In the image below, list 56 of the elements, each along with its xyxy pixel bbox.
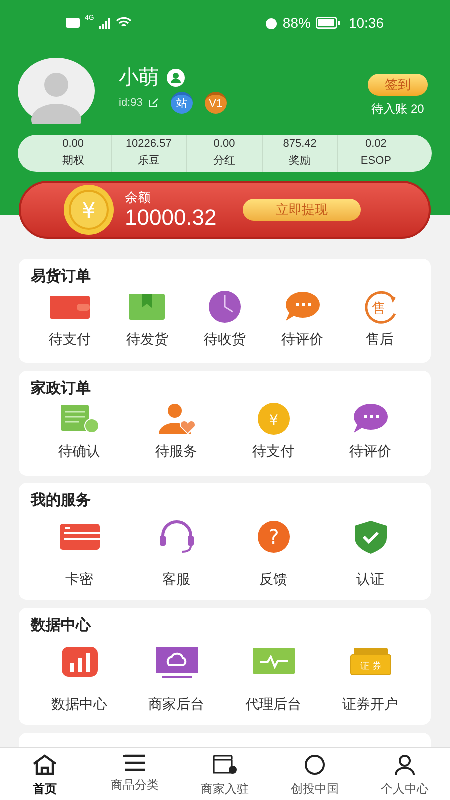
stat-value: 875.42 (283, 137, 317, 152)
stat-label: 乐豆 (138, 154, 160, 169)
menu-item[interactable]: 待确认 (31, 402, 128, 460)
stat-label: ESOP (360, 154, 392, 169)
signal-icon (99, 18, 112, 28)
menu-item[interactable]: 待发货 (108, 290, 186, 348)
wifi-icon (116, 17, 132, 29)
menu-item[interactable]: 客服 (128, 520, 225, 588)
nav-tab[interactable]: 个人中心 (360, 748, 450, 800)
person-icon (393, 754, 417, 776)
pending-amount: 待入账 20 (372, 101, 424, 118)
stat-value: 0.02 (365, 137, 387, 152)
nav-tab[interactable]: 创投中国 (270, 748, 360, 800)
medal-badge: V1 (204, 92, 227, 114)
menu-item[interactable]: 代理后台 (225, 645, 322, 713)
battery-icon (316, 17, 340, 29)
balance-label: 余额 (125, 190, 152, 206)
menu-item[interactable]: 卡密 (31, 520, 128, 588)
battery-percent: 88% (282, 14, 311, 32)
stat-value: 0.00 (214, 137, 236, 152)
balance-amount: 10000.32 (125, 206, 217, 230)
user-id: id:93 (119, 96, 143, 111)
menu-item[interactable]: 数据中心 (31, 645, 128, 713)
menu-item[interactable]: 证 券 证券开户 (322, 645, 419, 713)
home-icon (32, 754, 58, 776)
nav-tab[interactable]: 商家入驻 (180, 748, 270, 800)
cloud-monitor-icon (156, 645, 198, 679)
storefront-icon (212, 754, 238, 776)
edit-icon (148, 98, 159, 108)
stat-label: 期权 (62, 154, 84, 169)
menu-item[interactable]: 待服务 (128, 402, 225, 460)
menu-item[interactable]: 商家后台 (128, 645, 225, 713)
nav-tab[interactable]: 商品分类 (90, 748, 180, 800)
coin-icon: ¥ (63, 185, 115, 235)
stat-label: 奖励 (289, 154, 312, 169)
section-title: 我的服务 (31, 491, 92, 511)
section-title: 数据中心 (31, 616, 92, 636)
stat-value: 0.00 (62, 137, 84, 152)
clock-time: 10:36 (348, 14, 384, 32)
stat-value: 10226.57 (126, 137, 172, 152)
user-name: 小萌 (119, 66, 159, 90)
menu-item[interactable]: 认证 (322, 520, 419, 588)
menu-item[interactable]: 待评价 (322, 402, 419, 460)
menu-item[interactable]: ? 反馈 (225, 520, 322, 588)
section-title: 家政订单 (31, 379, 92, 399)
menu-item[interactable]: 待评价 (264, 290, 342, 348)
menu-item[interactable]: 待支付 (31, 290, 109, 348)
section-title: 易货订单 (31, 267, 92, 287)
nav-tab[interactable]: 首页 (0, 748, 90, 800)
menu-item[interactable]: 待收货 (186, 290, 264, 348)
menu-icon (123, 754, 147, 772)
menu-item[interactable]: ¥ 待支付 (225, 402, 322, 460)
menu-item[interactable]: 售 售后 (341, 290, 419, 348)
user-icon (167, 69, 185, 87)
stat-label: 分红 (213, 154, 236, 169)
medal-badge: 站 (170, 92, 193, 114)
